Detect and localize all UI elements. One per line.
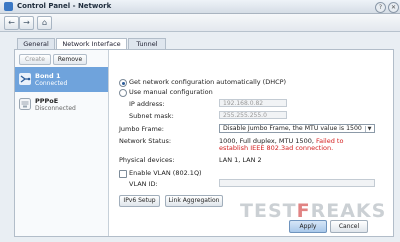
pppoe-network-icon — [19, 98, 31, 110]
link-aggregation-button[interactable]: Link Aggregation — [165, 195, 223, 207]
home-button[interactable]: ⌂ — [37, 16, 52, 30]
help-icon[interactable]: ? — [375, 2, 386, 13]
jumbo-frame-select[interactable]: Disable Jumbo Frame, the MTU value is 15… — [219, 124, 375, 133]
forward-arrow-icon: → — [23, 18, 30, 27]
home-icon: ⌂ — [41, 18, 48, 27]
cancel-button[interactable]: Cancel — [330, 220, 368, 233]
tab-tunnel[interactable]: Tunnel — [128, 38, 166, 49]
network-status-error-line2: establish IEEE 802.3ad connection. — [219, 144, 334, 152]
interface-status: Connected — [35, 80, 68, 87]
chevron-down-icon: ▼ — [365, 126, 373, 132]
remove-button[interactable]: Remove — [53, 54, 87, 65]
network-status-label: Network Status: — [119, 137, 172, 145]
manual-config-label: Use manual configuration — [129, 88, 213, 96]
interface-list-panel: Create Remove Bond 1 Connected PPPoE Dis… — [15, 50, 109, 236]
tab-general[interactable]: General — [17, 38, 55, 49]
testfreaks-watermark: TESTFREAKS — [240, 200, 387, 222]
dhcp-label: Get network configuration automatically … — [129, 78, 287, 86]
interface-status: Disconnected — [35, 105, 76, 112]
jumbo-frame-value: Disable Jumbo Frame, the MTU value is 15… — [223, 125, 362, 132]
dhcp-radio[interactable] — [119, 79, 127, 87]
ipv6-setup-button[interactable]: IPv6 Setup — [119, 195, 160, 207]
back-arrow-icon: ← — [8, 18, 15, 27]
subnet-mask-label: Subnet mask: — [129, 112, 174, 120]
enable-vlan-label: Enable VLAN (802.1Q) — [129, 169, 202, 177]
toolbar: ← → ⌂ — [0, 14, 400, 32]
create-button[interactable]: Create — [19, 54, 51, 65]
interface-name: Bond 1 — [35, 72, 61, 80]
interface-item-bond-1[interactable]: Bond 1 Connected — [15, 67, 108, 92]
vlan-id-label: VLAN ID: — [129, 180, 158, 188]
physical-devices-value: LAN 1, LAN 2 — [219, 156, 262, 164]
manual-config-radio[interactable] — [119, 89, 127, 97]
window-title: Control Panel - Network — [17, 2, 112, 10]
forward-button[interactable]: → — [19, 16, 34, 30]
ip-address-field[interactable]: 192.168.0.82 — [219, 99, 287, 107]
enable-vlan-checkbox[interactable] — [119, 170, 127, 178]
vlan-id-field[interactable] — [219, 179, 375, 187]
jumbo-frame-label: Jumbo Frame: — [119, 125, 164, 133]
interface-item-pppoe[interactable]: PPPoE Disconnected — [15, 92, 108, 117]
apply-button[interactable]: Apply — [289, 220, 327, 233]
physical-devices-label: Physical devices: — [119, 156, 175, 164]
subnet-mask-field[interactable]: 255.255.255.0 — [219, 111, 287, 119]
interface-name: PPPoE — [35, 97, 59, 105]
ip-address-label: IP address: — [129, 100, 165, 108]
control-panel-icon — [4, 2, 13, 11]
back-button[interactable]: ← — [4, 16, 19, 30]
bond-network-icon — [19, 73, 31, 85]
title-bar: Control Panel - Network ? ✕ — [0, 0, 400, 14]
close-icon[interactable]: ✕ — [388, 2, 399, 13]
